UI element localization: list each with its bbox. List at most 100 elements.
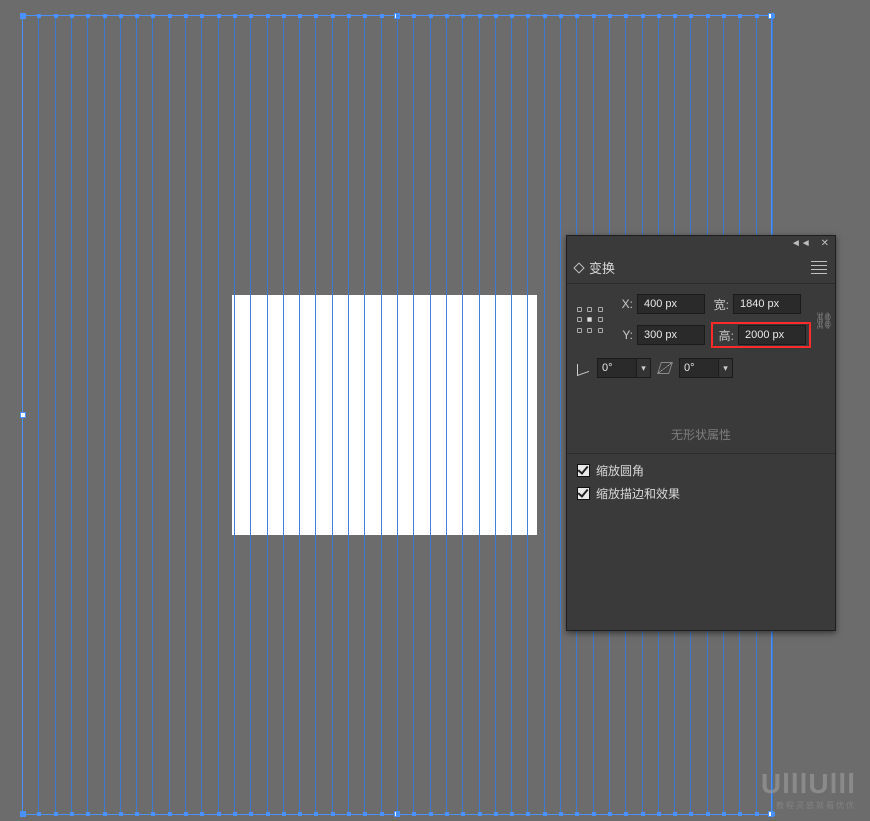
- anchor-point[interactable]: [510, 812, 514, 816]
- anchor-point[interactable]: [151, 812, 155, 816]
- rotate-input[interactable]: [598, 362, 636, 374]
- anchor-point[interactable]: [494, 812, 498, 816]
- anchor-point[interactable]: [412, 14, 416, 18]
- anchor-point[interactable]: [445, 812, 449, 816]
- anchor-point[interactable]: [722, 812, 726, 816]
- anchor-point[interactable]: [380, 812, 384, 816]
- anchor-point[interactable]: [445, 14, 449, 18]
- anchor-point[interactable]: [575, 812, 579, 816]
- anchor-point[interactable]: [689, 812, 693, 816]
- panel-menu-icon[interactable]: [811, 261, 827, 274]
- anchor-point[interactable]: [429, 14, 433, 18]
- anchor-point[interactable]: [673, 812, 677, 816]
- anchor-point[interactable]: [608, 14, 612, 18]
- width-input[interactable]: [733, 294, 801, 314]
- anchor-point[interactable]: [412, 812, 416, 816]
- anchor-point[interactable]: [755, 14, 759, 18]
- anchor-point[interactable]: [543, 14, 547, 18]
- y-input[interactable]: [637, 325, 705, 345]
- anchor-point[interactable]: [722, 14, 726, 18]
- anchor-point[interactable]: [282, 14, 286, 18]
- anchor-point[interactable]: [461, 14, 465, 18]
- link-wh-icon[interactable]: ⛓︎: [814, 311, 834, 331]
- anchor-point[interactable]: [119, 14, 123, 18]
- anchor-point[interactable]: [478, 14, 482, 18]
- anchor-point[interactable]: [266, 14, 270, 18]
- anchor-point[interactable]: [282, 812, 286, 816]
- anchor-point[interactable]: [233, 14, 237, 18]
- anchor-point[interactable]: [135, 14, 139, 18]
- anchor-point[interactable]: [755, 812, 759, 816]
- anchor-point[interactable]: [624, 812, 628, 816]
- anchor-point[interactable]: [331, 812, 335, 816]
- anchor-point[interactable]: [396, 14, 400, 18]
- ref-point-center[interactable]: [587, 317, 592, 322]
- anchor-point[interactable]: [298, 812, 302, 816]
- anchor-point[interactable]: [526, 14, 530, 18]
- anchor-point[interactable]: [624, 14, 628, 18]
- anchor-point[interactable]: [706, 14, 710, 18]
- anchor-point[interactable]: [347, 14, 351, 18]
- anchor-point[interactable]: [103, 14, 107, 18]
- anchor-point[interactable]: [184, 14, 188, 18]
- shear-caret-icon[interactable]: ▾: [718, 359, 732, 377]
- anchor-point[interactable]: [363, 14, 367, 18]
- height-input[interactable]: [738, 325, 806, 345]
- anchor-point[interactable]: [347, 812, 351, 816]
- ref-point-sw[interactable]: [577, 328, 582, 333]
- anchor-point[interactable]: [314, 812, 318, 816]
- ref-point-e[interactable]: [598, 317, 603, 322]
- anchor-point[interactable]: [592, 812, 596, 816]
- anchor-point[interactable]: [119, 812, 123, 816]
- anchor-point[interactable]: [70, 14, 74, 18]
- anchor-point[interactable]: [429, 812, 433, 816]
- anchor-point[interactable]: [575, 14, 579, 18]
- shear-dropdown[interactable]: ▾: [679, 358, 733, 378]
- anchor-point[interactable]: [70, 812, 74, 816]
- anchor-point[interactable]: [54, 812, 58, 816]
- ref-point-se[interactable]: [598, 328, 603, 333]
- scale-corners-checkbox[interactable]: 缩放圆角: [577, 462, 825, 479]
- anchor-point[interactable]: [184, 812, 188, 816]
- rotate-caret-icon[interactable]: ▾: [636, 359, 650, 377]
- anchor-point[interactable]: [543, 812, 547, 816]
- anchor-point[interactable]: [266, 812, 270, 816]
- anchor-point[interactable]: [673, 14, 677, 18]
- anchor-point[interactable]: [738, 812, 742, 816]
- anchor-point[interactable]: [200, 14, 204, 18]
- x-input[interactable]: [637, 294, 705, 314]
- anchor-point[interactable]: [233, 812, 237, 816]
- selection-handle-w[interactable]: [20, 412, 26, 418]
- ref-point-nw[interactable]: [577, 307, 582, 312]
- anchor-point[interactable]: [168, 812, 172, 816]
- anchor-point[interactable]: [86, 14, 90, 18]
- ref-point-s[interactable]: [587, 328, 592, 333]
- anchor-point[interactable]: [86, 812, 90, 816]
- anchor-point[interactable]: [526, 812, 530, 816]
- anchor-point[interactable]: [706, 812, 710, 816]
- anchor-point[interactable]: [380, 14, 384, 18]
- shear-input[interactable]: [680, 362, 718, 374]
- anchor-point[interactable]: [249, 812, 253, 816]
- anchor-point[interactable]: [641, 14, 645, 18]
- anchor-point[interactable]: [217, 14, 221, 18]
- ref-point-ne[interactable]: [598, 307, 603, 312]
- anchor-point[interactable]: [657, 812, 661, 816]
- anchor-point[interactable]: [592, 14, 596, 18]
- anchor-point[interactable]: [478, 812, 482, 816]
- anchor-point[interactable]: [249, 14, 253, 18]
- anchor-point[interactable]: [559, 812, 563, 816]
- anchor-point[interactable]: [37, 812, 41, 816]
- rotate-dropdown[interactable]: ▾: [597, 358, 651, 378]
- anchor-point[interactable]: [641, 812, 645, 816]
- scale-strokes-checkbox[interactable]: 缩放描边和效果: [577, 485, 825, 502]
- panel-collapse-icon[interactable]: ◄◄: [791, 238, 811, 254]
- anchor-point[interactable]: [363, 812, 367, 816]
- anchor-point[interactable]: [217, 812, 221, 816]
- anchor-point[interactable]: [331, 14, 335, 18]
- reference-point-grid[interactable]: [577, 307, 605, 335]
- ref-point-n[interactable]: [587, 307, 592, 312]
- anchor-point[interactable]: [510, 14, 514, 18]
- panel-close-icon[interactable]: ✕: [821, 238, 829, 254]
- ref-point-w[interactable]: [577, 317, 582, 322]
